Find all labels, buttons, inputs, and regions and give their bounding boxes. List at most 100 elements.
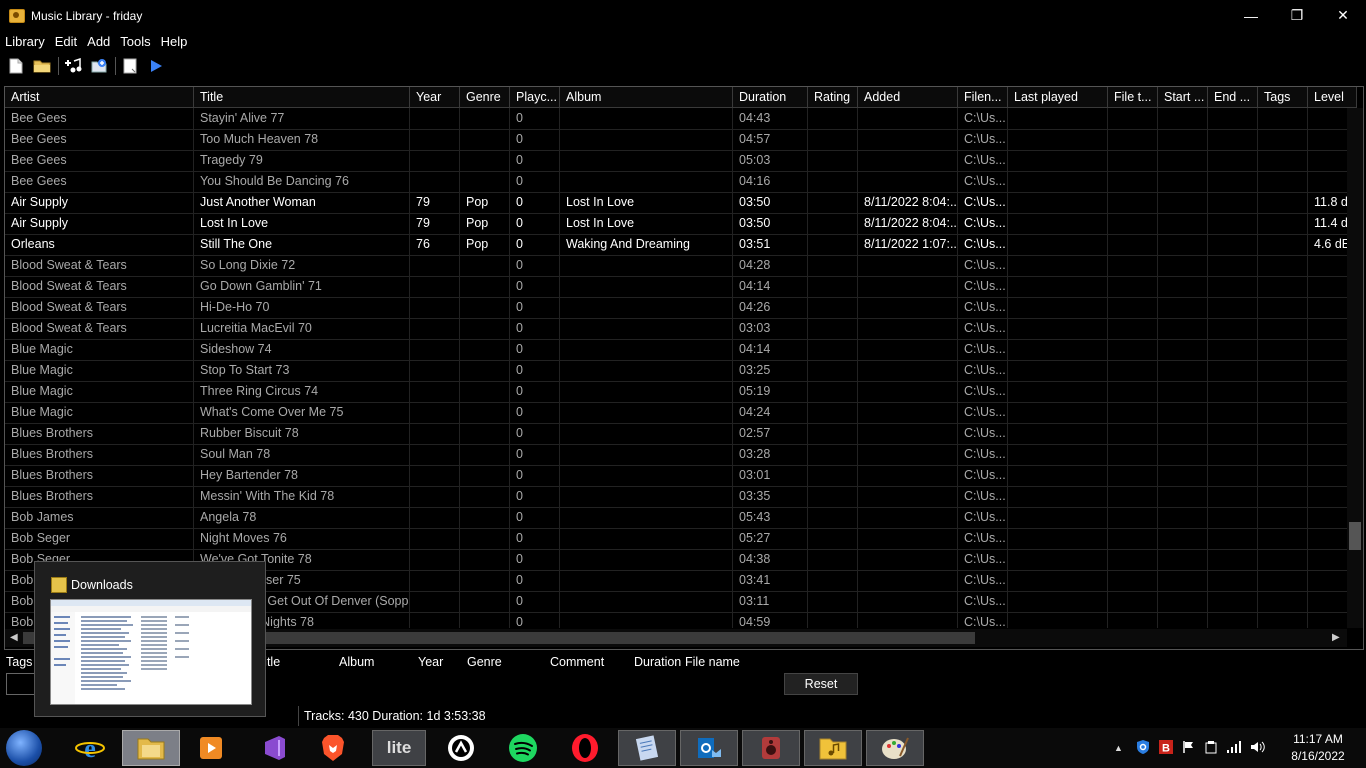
cell-year (410, 171, 460, 192)
menu-help[interactable]: Help (156, 34, 193, 49)
taskbar-preview[interactable]: Downloads (34, 561, 266, 717)
menu-edit[interactable]: Edit (50, 34, 82, 49)
table-row[interactable]: Blood Sweat & Tears So Long Dixie 72 0 04:2… (5, 255, 1347, 277)
column-start[interactable]: Start ... (1158, 87, 1208, 107)
table-row[interactable]: Air Supply Lost In Love 79 Pop 0 Lost In Love… (5, 213, 1347, 235)
cell-rating (808, 423, 858, 444)
outlook-icon[interactable] (680, 730, 738, 766)
cell-filename: C:\Us... (958, 612, 1008, 628)
cell-added: 8/11/2022 8:04:... (858, 213, 958, 234)
opera-icon[interactable] (558, 730, 612, 766)
cell-tags (1258, 150, 1308, 171)
speaker-icon[interactable] (742, 730, 800, 766)
vertical-scroll-thumb[interactable] (1349, 522, 1361, 550)
lite-icon[interactable]: lite (372, 730, 426, 766)
column-level[interactable]: Level (1308, 87, 1357, 107)
table-row[interactable]: Blues Brothers Rubber Biscuit 78 0 02:57 C:\… (5, 423, 1347, 445)
table-row[interactable]: Blues Brothers Hey Bartender 78 0 03:01 C:\U… (5, 465, 1347, 487)
close-button[interactable]: ✕ (1320, 0, 1366, 31)
open-folder-icon[interactable] (32, 56, 52, 76)
add-track-icon[interactable] (63, 56, 83, 76)
b-tray-icon[interactable]: B (1158, 739, 1174, 758)
playlist-icon[interactable] (120, 56, 140, 76)
column-file-type[interactable]: File t... (1108, 87, 1158, 107)
cell-rating (808, 108, 858, 129)
column-tags[interactable]: Tags (1258, 87, 1308, 107)
media-player-icon[interactable] (184, 730, 238, 766)
cell-file-type (1108, 234, 1158, 255)
column-album[interactable]: Album (560, 87, 733, 107)
menu-tools[interactable]: Tools (115, 34, 155, 49)
table-row[interactable]: Blue Magic Three Ring Circus 74 0 05:19 C:\U… (5, 381, 1347, 403)
paint-icon[interactable] (866, 730, 924, 766)
table-row[interactable]: Bee Gees Tragedy 79 0 05:03 C:\Us... (5, 150, 1347, 172)
notepad-icon[interactable] (618, 730, 676, 766)
reset-button[interactable]: Reset (784, 673, 858, 695)
column-year[interactable]: Year (410, 87, 460, 107)
cell-end (1208, 171, 1258, 192)
file-explorer-icon[interactable] (122, 730, 180, 766)
internet-explorer-icon[interactable]: e (63, 730, 117, 766)
cell-end (1208, 129, 1258, 150)
maximize-button[interactable]: ❐ (1274, 0, 1320, 31)
cell-level (1308, 528, 1347, 549)
table-row[interactable]: Orleans Still The One 76 Pop 0 Waking And Dre… (5, 234, 1347, 256)
shield-tray-icon[interactable] (1136, 739, 1150, 758)
preview-thumbnail[interactable] (50, 599, 252, 705)
table-row[interactable]: Bee Gees Too Much Heaven 78 0 04:57 C:\Us... (5, 129, 1347, 151)
column-title[interactable]: Title (194, 87, 410, 107)
spotify-icon[interactable] (496, 730, 550, 766)
cell-genre (460, 171, 510, 192)
scroll-left-icon[interactable]: ◀ (10, 632, 18, 643)
column-duration[interactable]: Duration (733, 87, 808, 107)
column-genre[interactable]: Genre (460, 87, 510, 107)
cell-title: Rubber Biscuit 78 (194, 423, 410, 444)
cell-rating (808, 444, 858, 465)
table-row[interactable]: Blues Brothers Messin' With The Kid 78 0 03… (5, 486, 1347, 508)
volume-tray-icon[interactable] (1250, 740, 1266, 757)
cell-last-played (1008, 297, 1108, 318)
table-row[interactable]: Blood Sweat & Tears Lucreitia MacEvil 70 0… (5, 318, 1347, 340)
table-row[interactable]: Blue Magic Stop To Start 73 0 03:25 C:\Us... (5, 360, 1347, 382)
column-end[interactable]: End ... (1208, 87, 1258, 107)
table-row[interactable]: Blues Brothers Soul Man 78 0 03:28 C:\Us... (5, 444, 1347, 466)
cell-last-played (1008, 150, 1108, 171)
device-tray-icon[interactable] (1204, 740, 1218, 757)
cell-file-type (1108, 591, 1158, 612)
table-row[interactable]: Blue Magic Sideshow 74 0 04:14 C:\Us... (5, 339, 1347, 361)
play-icon[interactable] (146, 56, 166, 76)
cell-rating (808, 150, 858, 171)
table-row[interactable]: Blood Sweat & Tears Go Down Gamblin' 71 0 0… (5, 276, 1347, 298)
table-row[interactable]: Blood Sweat & Tears Hi-De-Ho 70 0 04:26 C:\U… (5, 297, 1347, 319)
cell-year (410, 339, 460, 360)
visual-studio-icon[interactable] (248, 730, 302, 766)
column-rating[interactable]: Rating (808, 87, 858, 107)
app-circle-icon[interactable] (434, 730, 488, 766)
menu-add[interactable]: Add (82, 34, 115, 49)
table-row[interactable]: Blue Magic What's Come Over Me 75 0 04:24 C:… (5, 402, 1347, 424)
scroll-right-icon[interactable]: ▶ (1332, 632, 1340, 643)
vertical-scrollbar[interactable] (1347, 108, 1363, 628)
table-row[interactable]: Bob James Angela 78 0 05:43 C:\Us... (5, 507, 1347, 529)
cell-tags (1258, 528, 1308, 549)
flag-tray-icon[interactable] (1182, 740, 1196, 757)
column-last-played[interactable]: Last played (1008, 87, 1108, 107)
table-row[interactable]: Air Supply Just Another Woman 79 Pop 0 Lost I… (5, 192, 1347, 214)
add-folder-icon[interactable] (89, 56, 109, 76)
column-playcount[interactable]: Playc... (510, 87, 560, 107)
signal-tray-icon[interactable] (1226, 740, 1242, 757)
new-file-icon[interactable] (6, 56, 26, 76)
start-button[interactable] (6, 730, 42, 766)
column-artist[interactable]: Artist (5, 87, 194, 107)
column-filename[interactable]: Filen... (958, 87, 1008, 107)
music-folder-icon[interactable] (804, 730, 862, 766)
table-row[interactable]: Bob Seger Night Moves 76 0 05:27 C:\Us... (5, 528, 1347, 550)
column-added[interactable]: Added (858, 87, 958, 107)
clock[interactable]: 11:17 AM 8/16/2022 (1280, 731, 1356, 765)
tray-expand-icon[interactable]: ▲ (1114, 743, 1126, 753)
table-row[interactable]: Bee Gees You Should Be Dancing 76 0 04:16 C:… (5, 171, 1347, 193)
minimize-button[interactable]: — (1228, 0, 1274, 31)
table-row[interactable]: Bee Gees Stayin' Alive 77 0 04:43 C:\Us... (5, 108, 1347, 130)
menu-library[interactable]: Library (0, 34, 50, 49)
brave-icon[interactable] (306, 730, 360, 766)
